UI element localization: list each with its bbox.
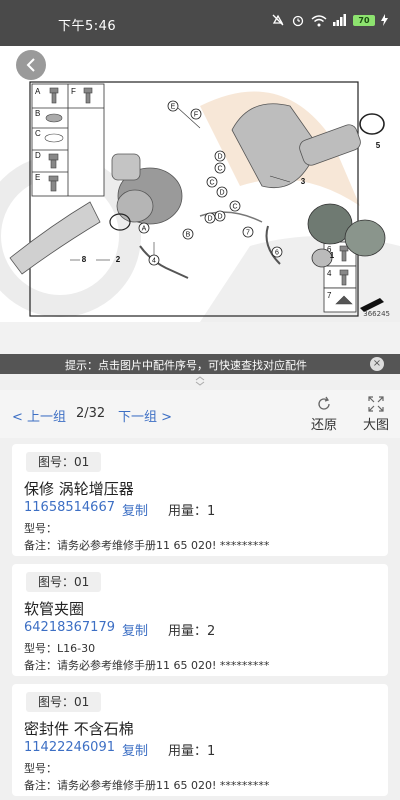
svg-text:A: A bbox=[35, 87, 41, 96]
resize-handle-icon[interactable] bbox=[193, 376, 207, 388]
copy-button[interactable]: 复制 bbox=[122, 740, 148, 759]
svg-text:4: 4 bbox=[327, 269, 332, 278]
copy-button[interactable]: 复制 bbox=[122, 620, 148, 639]
svg-text:D: D bbox=[217, 154, 222, 161]
figure-number: 图号：01 bbox=[26, 692, 102, 712]
svg-text:B: B bbox=[186, 232, 191, 239]
diagram-code: 366245 bbox=[363, 310, 390, 318]
figure-number: 图号：01 bbox=[26, 452, 102, 472]
svg-text:C: C bbox=[232, 204, 237, 211]
group-page-indicator: 2/32 bbox=[76, 406, 106, 421]
part-remark: 备注：请务必参考维修手册11 65 020! ********* bbox=[24, 539, 270, 552]
svg-text:C: C bbox=[35, 129, 41, 138]
svg-text:D: D bbox=[207, 216, 212, 223]
part-name: 软管夹圈 bbox=[24, 600, 85, 618]
prev-group-button[interactable]: < 上一组 bbox=[12, 406, 66, 425]
hint-text: 提示：点击图片中配件序号，可快速查找对应配件 bbox=[65, 359, 307, 372]
restore-label: 还原 bbox=[310, 418, 337, 433]
charging-icon bbox=[381, 14, 388, 26]
part-number[interactable]: 11422246091 bbox=[24, 740, 115, 755]
svg-text:F: F bbox=[194, 112, 198, 119]
svg-text:C: C bbox=[209, 180, 214, 187]
svg-text:1: 1 bbox=[330, 251, 335, 260]
parts-diagram[interactable]: A F B C D E 6 4 7 E F D C C D C D D A B … bbox=[0, 46, 400, 322]
part-remark: 备注：请务必参考维修手册11 65 020! ********* bbox=[24, 659, 270, 672]
svg-text:5: 5 bbox=[376, 141, 381, 150]
status-time: 下午5:46 bbox=[58, 19, 117, 34]
back-button[interactable] bbox=[16, 50, 46, 80]
part-number[interactable]: 11658514667 bbox=[24, 500, 115, 515]
part-quantity: 用量：1 bbox=[168, 744, 216, 759]
svg-text:4: 4 bbox=[152, 258, 156, 265]
svg-text:D: D bbox=[219, 190, 224, 197]
refresh-icon bbox=[318, 396, 330, 410]
part-name: 保修 涡轮增压器 bbox=[24, 480, 134, 498]
part-card[interactable]: 图号：01 密封件 不含石棉 11422246091 复制 用量：1 型号： 备… bbox=[12, 684, 388, 796]
svg-text:7: 7 bbox=[327, 291, 332, 300]
svg-text:F: F bbox=[71, 87, 76, 96]
part-model: 型号： bbox=[24, 522, 57, 535]
svg-text:E: E bbox=[171, 104, 176, 111]
next-group-button[interactable]: 下一组 > bbox=[118, 406, 172, 425]
part-card[interactable]: 图号：01 保修 涡轮增压器 11658514667 复制 用量：1 型号： 备… bbox=[12, 444, 388, 556]
part-name: 密封件 不含石棉 bbox=[24, 720, 134, 738]
part-number[interactable]: 64218367179 bbox=[24, 620, 115, 635]
part-quantity: 用量：2 bbox=[168, 624, 216, 639]
diagram-gap bbox=[0, 322, 400, 354]
expand-icon bbox=[368, 396, 384, 412]
svg-text:B: B bbox=[35, 109, 40, 118]
figure-number: 图号：01 bbox=[26, 572, 102, 592]
turbo-exploded-diagram[interactable]: A F B C D E 6 4 7 EF DC CD CD DA B4 76 3… bbox=[0, 46, 400, 322]
part-quantity: 用量：1 bbox=[168, 504, 216, 519]
part-card[interactable]: 图号：01 软管夹圈 64218367179 复制 用量：2 型号：L16-30… bbox=[12, 564, 388, 676]
svg-text:6: 6 bbox=[275, 250, 279, 257]
svg-text:E: E bbox=[35, 173, 40, 182]
svg-text:7: 7 bbox=[246, 230, 250, 237]
status-bar: 下午5:46 70 bbox=[0, 0, 400, 46]
enlarge-button[interactable]: 大图 bbox=[356, 396, 396, 433]
svg-text:A: A bbox=[142, 226, 147, 233]
svg-text:C: C bbox=[217, 166, 222, 173]
part-model: 型号： bbox=[24, 762, 57, 775]
svg-text:2: 2 bbox=[116, 255, 121, 264]
battery-icon: 70 bbox=[353, 14, 375, 26]
wifi-icon bbox=[311, 14, 327, 26]
group-nav: < 上一组 2/32 下一组 > 还原 大图 bbox=[0, 390, 400, 438]
restore-button[interactable]: 还原 bbox=[304, 396, 344, 433]
svg-text:8: 8 bbox=[82, 255, 87, 264]
svg-text:D: D bbox=[217, 214, 222, 221]
svg-text:D: D bbox=[35, 151, 41, 160]
part-model: 型号：L16-30 bbox=[24, 642, 96, 655]
copy-button[interactable]: 复制 bbox=[122, 500, 148, 519]
hint-bar: 提示：点击图片中配件序号，可快速查找对应配件 × bbox=[0, 354, 400, 374]
svg-text:3: 3 bbox=[301, 177, 306, 186]
signal-icon bbox=[333, 14, 346, 26]
enlarge-label: 大图 bbox=[362, 418, 389, 433]
hint-close-button[interactable]: × bbox=[370, 357, 384, 371]
silent-icon bbox=[272, 14, 284, 26]
part-remark: 备注：请务必参考维修手册11 65 020! ********* bbox=[24, 779, 270, 792]
status-icons: 70 bbox=[271, 13, 388, 27]
alarm-icon bbox=[292, 15, 304, 27]
chevron-left-icon bbox=[26, 58, 35, 72]
